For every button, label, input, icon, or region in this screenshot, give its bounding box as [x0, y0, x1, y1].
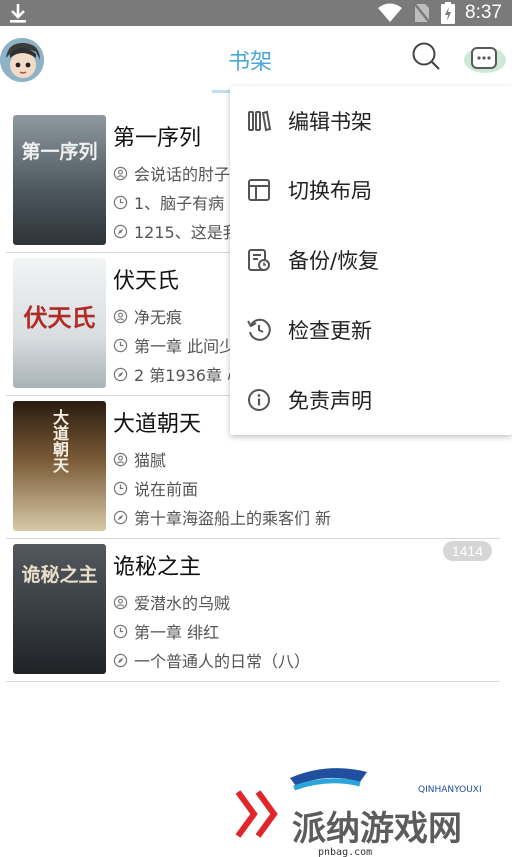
menu-item-label: 免责声明 [288, 388, 372, 413]
compass-icon [113, 510, 128, 524]
watermark-url: pnbag.com [318, 847, 372, 857]
book-read-chapter: 2 第1936章 心 [134, 366, 244, 385]
book-cover: 诡秘之主 [13, 544, 106, 674]
unread-count-badge: 1414 [442, 541, 492, 561]
book-title: 伏天氏 [113, 269, 180, 294]
compass-icon [113, 653, 128, 667]
overflow-menu: 编辑书架 切换布局 备份/恢复 检查更新 免责声明 [230, 86, 512, 435]
backup-icon [248, 248, 270, 271]
cover-text: 诡秘之主 [21, 564, 98, 586]
download-icon [10, 4, 26, 23]
wifi-icon [378, 3, 403, 22]
menu-item-backup-restore[interactable]: 备份/恢复 [230, 225, 512, 294]
author-icon [113, 452, 128, 466]
book-author: 猫腻 [134, 451, 167, 470]
book-cover: 伏天氏 [13, 258, 106, 388]
book-author: 净无痕 [134, 308, 183, 327]
status-time: 8:37 [465, 2, 502, 23]
layout-icon [248, 178, 270, 201]
menu-item-check-update[interactable]: 检查更新 [230, 295, 512, 364]
clock-icon [113, 481, 128, 495]
clock-icon [113, 338, 128, 352]
author-icon [113, 166, 128, 180]
book-read-row: 1215、这是我 [113, 219, 239, 243]
book-title: 大道朝天 [113, 412, 202, 437]
book-latest-row: 第一章 此间少 [113, 333, 235, 357]
clock-icon [113, 624, 128, 638]
tab-indicator [212, 90, 230, 93]
book-title: 诡秘之主 [113, 555, 202, 580]
no-sim-icon [413, 2, 431, 24]
book-title: 第一序列 [113, 126, 202, 151]
book-latest-chapter: 说在前面 [134, 480, 199, 499]
bookshelf-icon [248, 110, 272, 131]
author-icon [113, 595, 128, 609]
menu-item-label: 检查更新 [288, 318, 372, 343]
book-author-row: 会说话的肘子 [113, 161, 230, 185]
author-icon [113, 309, 128, 323]
book-item[interactable]: 诡秘之主 诡秘之主 1414 爱潜水的乌贼 第一章 绯红 一个普通人的日常（八） [6, 539, 500, 682]
cover-text: 大道朝天 [50, 409, 69, 473]
battery-icon [441, 2, 456, 24]
book-read-chapter: 第十章海盗船上的乘客们 新 [134, 509, 332, 528]
avatar-image [0, 38, 44, 82]
watermark-logo: 派纳游戏网 QINHANYOUXI pnbag.com [235, 768, 482, 857]
book-cover: 第一序列 [13, 115, 106, 245]
cover-text: 第一序列 [21, 141, 98, 163]
book-author-row: 净无痕 [113, 304, 182, 328]
book-latest-row: 1、脑子有病 [113, 190, 224, 214]
page-title[interactable]: 书架 [228, 44, 272, 76]
book-latest-chapter: 第一章 此间少 [134, 337, 236, 356]
compass-icon [113, 224, 128, 238]
watermark-sub: QINHANYOUXI [418, 785, 482, 795]
book-read-chapter: 1215、这是我 [134, 223, 239, 242]
book-author-row: 爱潜水的乌贼 [113, 590, 230, 614]
book-read-row: 一个普通人的日常（八） [113, 648, 310, 672]
menu-item-switch-layout[interactable]: 切换布局 [230, 155, 512, 224]
menu-item-label: 备份/恢复 [288, 248, 380, 273]
menu-item-disclaimer[interactable]: 免责声明 [230, 365, 512, 434]
book-read-chapter: 一个普通人的日常（八） [134, 652, 311, 671]
book-read-row: 第十章海盗船上的乘客们 新 [113, 505, 331, 529]
book-author: 会说话的肘子 [134, 165, 231, 184]
book-read-row: 2 第1936章 心 [113, 362, 243, 386]
menu-item-label: 切换布局 [288, 178, 372, 203]
clock-icon [113, 195, 128, 209]
search-icon[interactable] [410, 40, 442, 72]
book-author: 爱潜水的乌贼 [134, 594, 231, 613]
book-cover: 大道朝天 [13, 401, 106, 531]
book-latest-row: 说在前面 [113, 476, 198, 500]
avatar[interactable] [0, 38, 44, 82]
book-latest-chapter: 1、脑子有病 [134, 194, 225, 213]
status-bar: 8:37 [0, 0, 512, 26]
message-icon[interactable] [458, 40, 508, 80]
menu-item-label: 编辑书架 [288, 109, 372, 134]
compass-icon [113, 367, 128, 381]
info-icon [248, 388, 270, 411]
update-icon [247, 318, 271, 341]
book-author-row: 猫腻 [113, 447, 166, 471]
book-latest-row: 第一章 绯红 [113, 619, 219, 643]
watermark-brand: 派纳游戏网 [292, 809, 462, 849]
menu-item-edit-bookshelf[interactable]: 编辑书架 [230, 86, 512, 155]
book-latest-chapter: 第一章 绯红 [134, 623, 220, 642]
cover-text: 伏天氏 [23, 303, 96, 332]
